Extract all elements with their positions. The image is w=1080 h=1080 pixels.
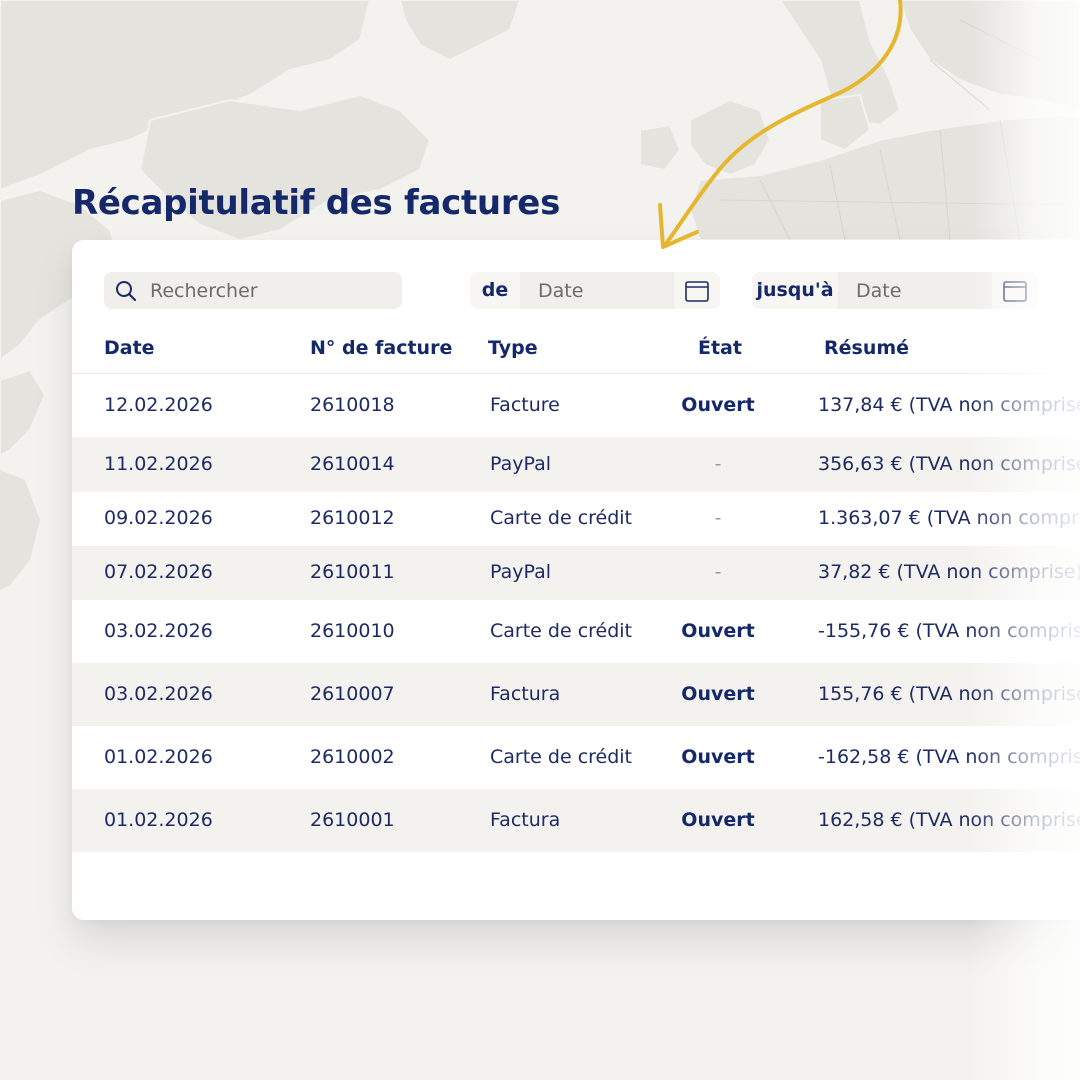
cell-date: 07.02.2026: [104, 561, 213, 583]
cell-state: Ouvert: [681, 394, 755, 416]
cell-state: Ouvert: [681, 683, 755, 705]
table-row[interactable]: 12.02.2026 2610018 Facture Ouvert 137,84 € (…: [72, 374, 1080, 437]
cell-date: 09.02.2026: [104, 507, 213, 529]
column-header-state[interactable]: État: [698, 337, 742, 359]
table-row[interactable]: 01.02.2026 2610002 Carte de crédit Ouvert -1…: [72, 726, 1080, 789]
cell-invoice-number: 2610010: [310, 620, 395, 642]
cell-type: PayPal: [490, 453, 552, 475]
date-from-input[interactable]: [520, 272, 674, 309]
cell-date: 11.02.2026: [104, 453, 213, 475]
date-from-label: de: [470, 272, 520, 309]
table-header: Date N° de facture Type État Résumé: [72, 330, 1080, 374]
invoice-card: de jusqu'à Date N° de facture Type État …: [72, 240, 1080, 920]
cell-state: -: [714, 507, 722, 529]
cell-type: Carte de crédit: [490, 507, 633, 529]
date-to-calendar-button[interactable]: [992, 272, 1038, 309]
cell-date: 01.02.2026: [104, 809, 213, 831]
cell-date: 03.02.2026: [104, 620, 213, 642]
column-header-invoice-number[interactable]: N° de facture: [310, 337, 452, 359]
cell-summary: 356,63 € (TVA non comprise): [818, 453, 1080, 475]
cell-type: Factura: [490, 683, 561, 705]
cell-invoice-number: 2610007: [310, 683, 395, 705]
cell-invoice-number: 2610018: [310, 394, 395, 416]
cell-type: Factura: [490, 809, 561, 831]
cell-summary: 37,82 € (TVA non comprise): [818, 561, 1080, 583]
cell-state: -: [714, 561, 722, 583]
column-header-type[interactable]: Type: [488, 337, 538, 359]
table-row[interactable]: 11.02.2026 2610014 PayPal - 356,63 € (TVA no…: [72, 437, 1080, 492]
date-to-input[interactable]: [838, 272, 992, 309]
cell-summary: -162,58 € (TVA non comprise): [818, 746, 1080, 768]
table-row[interactable]: 03.02.2026 2610007 Factura Ouvert 155,76 € (…: [72, 663, 1080, 726]
column-header-date[interactable]: Date: [104, 337, 155, 359]
cell-summary: 1.363,07 € (TVA non comprise): [818, 507, 1080, 529]
cell-type: Carte de crédit: [490, 620, 633, 642]
cell-summary: 155,76 € (TVA non comprise): [818, 683, 1080, 705]
table-row[interactable]: 09.02.2026 2610012 Carte de crédit - 1.363,0…: [72, 492, 1080, 546]
cell-state: Ouvert: [681, 746, 755, 768]
cell-summary: 137,84 € (TVA non comprise): [818, 394, 1080, 416]
cell-date: 01.02.2026: [104, 746, 213, 768]
calendar-icon: [685, 281, 709, 302]
cell-date: 03.02.2026: [104, 683, 213, 705]
cell-summary: 162,58 € (TVA non comprise): [818, 809, 1080, 831]
cell-date: 12.02.2026: [104, 394, 213, 416]
cell-state: Ouvert: [681, 809, 755, 831]
cell-state: Ouvert: [681, 620, 755, 642]
date-from-calendar-button[interactable]: [674, 272, 720, 309]
search-input[interactable]: [150, 272, 390, 309]
calendar-icon: [1003, 281, 1027, 302]
cell-invoice-number: 2610012: [310, 507, 395, 529]
page-title: Récapitulatif des factures: [72, 182, 561, 223]
cell-type: Carte de crédit: [490, 746, 633, 768]
table-row[interactable]: 07.02.2026 2610011 PayPal - 37,82 € (TVA non…: [72, 546, 1080, 600]
date-to-label: jusqu'à: [752, 272, 838, 309]
cell-type: Facture: [490, 394, 560, 416]
table-row[interactable]: 01.02.2026 2610001 Factura Ouvert 162,58 € (…: [72, 789, 1080, 852]
search-box[interactable]: [104, 272, 402, 309]
search-icon: [116, 281, 137, 302]
cell-invoice-number: 2610001: [310, 809, 395, 831]
cell-invoice-number: 2610011: [310, 561, 395, 583]
cell-invoice-number: 2610002: [310, 746, 395, 768]
cell-type: PayPal: [490, 561, 552, 583]
cell-state: -: [714, 453, 722, 475]
table-row[interactable]: 03.02.2026 2610010 Carte de crédit Ouvert -1…: [72, 600, 1080, 663]
cell-summary: -155,76 € (TVA non comprise): [818, 620, 1080, 642]
cell-invoice-number: 2610014: [310, 453, 395, 475]
column-header-summary[interactable]: Résumé: [824, 337, 909, 359]
